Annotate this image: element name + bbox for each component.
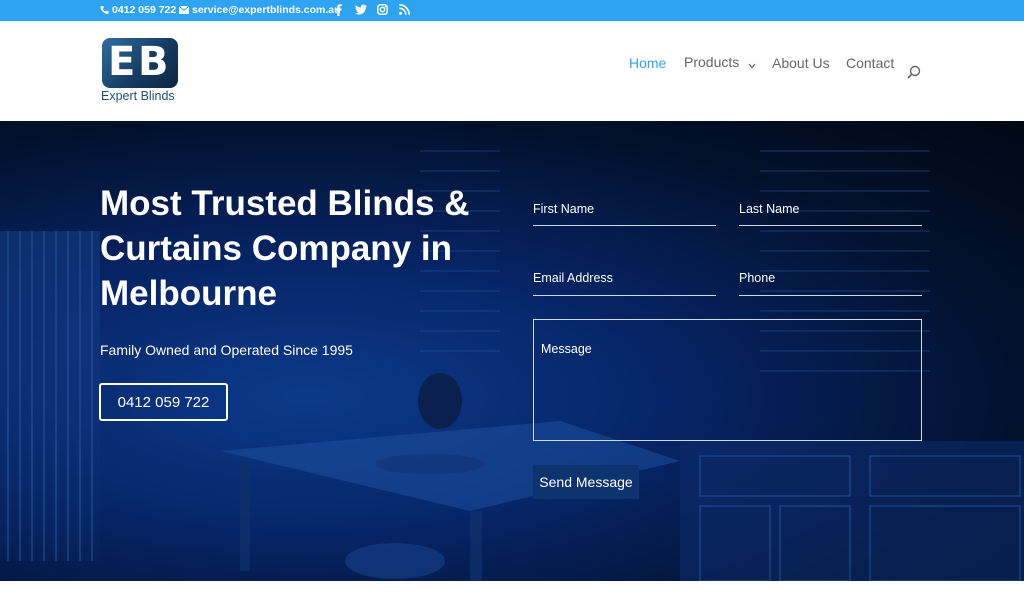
- last-name-label: Last Name: [739, 202, 800, 216]
- hero-subtitle: Family Owned and Operated Since 1995: [100, 342, 353, 358]
- nav-home[interactable]: Home: [629, 55, 666, 71]
- nav-about-us[interactable]: About Us: [772, 55, 830, 71]
- chevron-down-icon: [748, 56, 756, 72]
- nav-products-label: Products: [684, 54, 740, 71]
- last-name-field[interactable]: [739, 225, 922, 226]
- topbar-email[interactable]: service@expertblinds.com.au: [179, 4, 341, 16]
- send-message-button[interactable]: Send Message: [533, 465, 639, 499]
- logo[interactable]: E B Expert Blinds: [100, 36, 182, 106]
- call-button[interactable]: 0412 059 722: [99, 383, 228, 421]
- hero-section: Most Trusted Blinds & Curtains Company i…: [0, 121, 1024, 581]
- email-label: Email Address: [533, 271, 613, 285]
- twitter-icon[interactable]: [355, 4, 367, 15]
- message-label: Message: [541, 342, 592, 356]
- nav-contact[interactable]: Contact: [846, 55, 894, 71]
- email-field[interactable]: [533, 295, 716, 296]
- nav-products[interactable]: Products: [684, 54, 756, 71]
- page-bottom: [0, 581, 1024, 614]
- hero-title: Most Trusted Blinds & Curtains Company i…: [100, 184, 470, 313]
- logo-text: Expert Blinds: [101, 89, 175, 103]
- phone-icon: [100, 5, 109, 15]
- topbar-phone[interactable]: 0412 059 722: [100, 4, 176, 16]
- first-name-label: First Name: [533, 202, 595, 216]
- topbar-phone-text: 0412 059 722: [112, 4, 177, 16]
- site-header: E B Expert Blinds Home Products About Us…: [0, 21, 1024, 121]
- rss-icon[interactable]: [399, 4, 410, 15]
- email-icon: [179, 6, 189, 14]
- instagram-icon[interactable]: [377, 4, 388, 15]
- facebook-icon[interactable]: [335, 4, 342, 16]
- top-bar: 0412 059 722 service@expertblinds.com.au: [0, 0, 1024, 21]
- first-name-field[interactable]: [533, 225, 716, 226]
- phone-label: Phone: [739, 271, 776, 285]
- search-icon[interactable]: [907, 65, 921, 82]
- topbar-email-text: service@expertblinds.com.au: [192, 4, 341, 16]
- phone-field[interactable]: [739, 295, 922, 296]
- message-field[interactable]: Message: [533, 319, 922, 441]
- logo-mark: E B: [102, 38, 178, 88]
